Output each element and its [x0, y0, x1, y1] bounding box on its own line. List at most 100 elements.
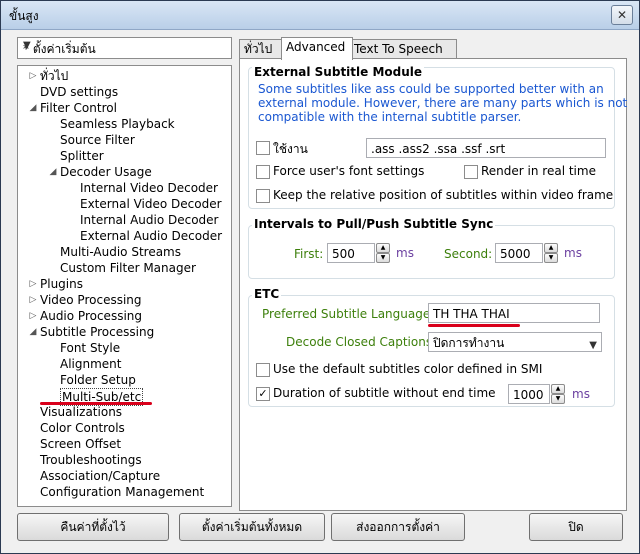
- tree-item-label: Internal Video Decoder: [80, 181, 218, 195]
- tree-item[interactable]: Splitter: [18, 148, 229, 164]
- tree-item-label: Source Filter: [60, 133, 135, 147]
- tab-text-to-speech[interactable]: Text To Speech: [349, 39, 457, 58]
- tree-item[interactable]: ▷ Video Processing: [18, 292, 229, 308]
- preferred-language-input[interactable]: TH THA THAI: [428, 303, 600, 323]
- tree-item-label: Font Style: [60, 341, 121, 355]
- spin-down-icon[interactable]: ▼: [544, 253, 558, 263]
- expand-arrow-icon[interactable]: ▷: [28, 292, 38, 308]
- duration-label: Duration of subtitle without end time: [273, 386, 496, 400]
- tree-item-label: External Audio Decoder: [80, 229, 223, 243]
- tree-item[interactable]: Configuration Management: [18, 484, 229, 500]
- tree-item-label: Seamless Playback: [60, 117, 175, 131]
- spin-up-icon[interactable]: ▲: [544, 243, 558, 253]
- tree-item-label: Audio Processing: [40, 309, 142, 323]
- external-subtitle-desc-3: compatible with the internal subtitle pa…: [258, 110, 522, 124]
- expand-arrow-icon[interactable]: ▷: [28, 276, 38, 292]
- first-interval-input[interactable]: 500: [327, 243, 375, 263]
- first-interval-spinner[interactable]: ▲ ▼: [376, 243, 390, 263]
- tree-item[interactable]: Folder Setup: [18, 372, 229, 388]
- close-window-button[interactable]: ✕: [611, 5, 633, 25]
- tree-item[interactable]: Visualizations: [18, 404, 229, 420]
- tree-item-label: Video Processing: [40, 293, 142, 307]
- tree-item[interactable]: ◢ Filter Control: [18, 100, 229, 116]
- expand-arrow-icon[interactable]: ▷: [28, 68, 38, 84]
- tree-item-label: Alignment: [60, 357, 122, 371]
- tree-item[interactable]: ◢ Subtitle Processing: [18, 324, 229, 340]
- tree-item[interactable]: Troubleshootings: [18, 452, 229, 468]
- tree-item-label: Decoder Usage: [60, 165, 152, 179]
- tree-item[interactable]: Color Controls: [18, 420, 229, 436]
- tab-advanced[interactable]: Advanced: [281, 37, 353, 60]
- tree-item[interactable]: ◢ Decoder Usage: [18, 164, 229, 180]
- tree-item-label: ทั่วไป: [40, 69, 69, 83]
- tree-item[interactable]: Multi-Audio Streams: [18, 244, 229, 260]
- duration-spinner[interactable]: ▲ ▼: [551, 384, 565, 404]
- settings-tree[interactable]: ▷ ทั่วไป DVD settings ◢ Filter Control Seamle…: [17, 65, 232, 507]
- collapse-arrow-icon[interactable]: ◢: [28, 324, 38, 340]
- tree-item-label: Filter Control: [40, 101, 117, 115]
- duration-input[interactable]: 1000: [508, 384, 550, 404]
- spin-down-icon[interactable]: ▼: [551, 394, 565, 404]
- export-settings-button[interactable]: ส่งออกการตั้งค่า: [331, 513, 465, 541]
- tree-item[interactable]: DVD settings: [18, 84, 229, 100]
- extensions-input[interactable]: .ass .ass2 .ssa .ssf .srt: [366, 138, 606, 158]
- collapse-arrow-icon[interactable]: ◢: [48, 164, 58, 180]
- first-interval-unit: ms: [396, 246, 414, 260]
- force-font-checkbox[interactable]: [256, 165, 270, 179]
- close-button[interactable]: ปิด: [529, 513, 623, 541]
- expand-arrow-icon[interactable]: ▷: [28, 308, 38, 324]
- tree-item[interactable]: Screen Offset: [18, 436, 229, 452]
- force-font-label: Force user's font settings: [273, 164, 425, 178]
- tree-item[interactable]: ▷ Plugins: [18, 276, 229, 292]
- tree-item-label: Plugins: [40, 277, 83, 291]
- tree-item[interactable]: ▷ ทั่วไป: [18, 68, 229, 84]
- collapse-arrow-icon[interactable]: ◢: [28, 100, 38, 116]
- tree-item[interactable]: Alignment: [18, 356, 229, 372]
- tab-general[interactable]: ทั่วไป: [239, 39, 287, 58]
- tree-item-label: DVD settings: [40, 85, 119, 99]
- spin-up-icon[interactable]: ▲: [551, 384, 565, 394]
- spin-down-icon[interactable]: ▼: [376, 253, 390, 263]
- tree-item-label: Color Controls: [40, 421, 125, 435]
- tree-item-label: Troubleshootings: [40, 453, 142, 467]
- close-icon: ✕: [616, 8, 628, 22]
- duration-checkbox[interactable]: ✓: [256, 387, 270, 401]
- tree-item[interactable]: Internal Audio Decoder: [18, 212, 229, 228]
- second-interval-unit: ms: [564, 246, 582, 260]
- smi-color-checkbox[interactable]: [256, 363, 270, 377]
- tree-item-label: Association/Capture: [40, 469, 161, 483]
- tree-item[interactable]: Source Filter: [18, 132, 229, 148]
- reset-button[interactable]: คืนค่าที่ตั้งไว้: [17, 513, 169, 541]
- preset-dropdown[interactable]: * ตั้งค่าเริ่มต้น ▼: [17, 37, 232, 59]
- tree-item-label: External Video Decoder: [80, 197, 222, 211]
- tree-item[interactable]: ▷ Audio Processing: [18, 308, 229, 324]
- defaults-button[interactable]: ตั้งค่าเริ่มต้นทั้งหมด: [179, 513, 325, 541]
- chevron-down-icon: ▼: [589, 340, 597, 351]
- tree-item[interactable]: External Video Decoder: [18, 196, 229, 212]
- duration-unit: ms: [572, 387, 590, 401]
- external-subtitle-desc-2: external module. However, there are many…: [258, 96, 628, 110]
- tree-item[interactable]: Custom Filter Manager: [18, 260, 229, 276]
- second-interval-input[interactable]: 5000: [495, 243, 543, 263]
- tree-item[interactable]: Internal Video Decoder: [18, 180, 229, 196]
- render-realtime-checkbox[interactable]: [464, 165, 478, 179]
- advanced-panel: External Subtitle Module Some subtitles …: [239, 58, 627, 511]
- spin-up-icon[interactable]: ▲: [376, 243, 390, 253]
- tree-item-label: Configuration Management: [40, 485, 205, 499]
- tree-item-label: Folder Setup: [60, 373, 136, 387]
- tree-item[interactable]: Association/Capture: [18, 468, 229, 484]
- red-annotation-underline: [428, 324, 520, 327]
- tree-item[interactable]: Seamless Playback: [18, 116, 229, 132]
- tree-item[interactable]: Multi-Sub/etc: [18, 388, 229, 406]
- keep-position-label: Keep the relative position of subtitles …: [273, 188, 614, 202]
- sync-interval-title: Intervals to Pull/Push Subtitle Sync: [252, 217, 496, 231]
- use-external-module-checkbox[interactable]: [256, 141, 270, 155]
- second-interval-spinner[interactable]: ▲ ▼: [544, 243, 558, 263]
- tree-item[interactable]: External Audio Decoder: [18, 228, 229, 244]
- preferred-language-label: Preferred Subtitle Language:: [262, 307, 435, 321]
- tree-item[interactable]: Font Style: [18, 340, 229, 356]
- render-realtime-label: Render in real time: [481, 164, 596, 178]
- tree-item-label: Splitter: [60, 149, 104, 163]
- closed-captions-dropdown[interactable]: ปิดการทำงาน ▼: [428, 332, 602, 352]
- keep-position-checkbox[interactable]: [256, 189, 270, 203]
